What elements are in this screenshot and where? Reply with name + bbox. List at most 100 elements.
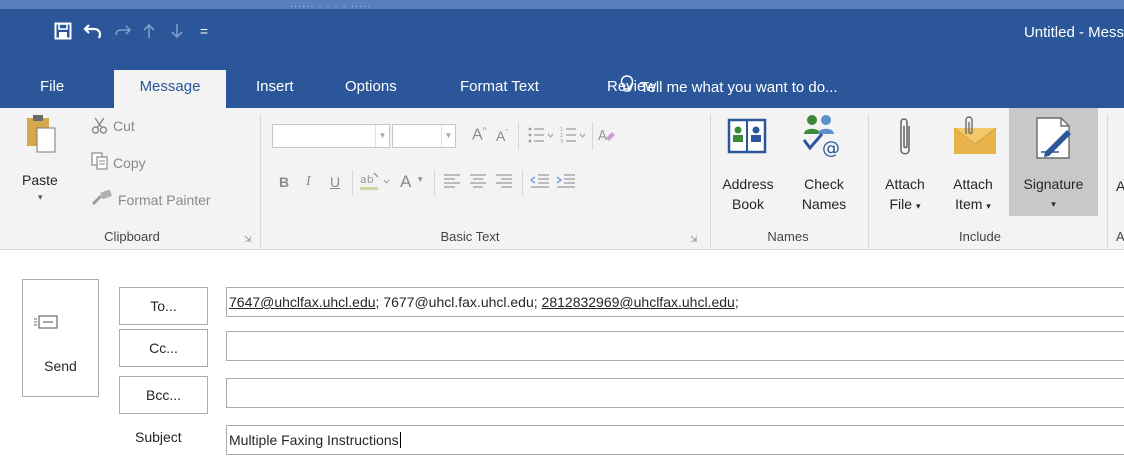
- bcc-button[interactable]: Bcc...: [119, 376, 208, 414]
- tab-options[interactable]: Options: [345, 75, 397, 108]
- ribbon: Paste ▾ Cut Copy Format Painter Clipboar…: [0, 108, 1124, 250]
- include-group-label: Include: [959, 229, 1001, 244]
- tell-me-box[interactable]: Tell me what you want to do...: [620, 74, 838, 101]
- shrink-font-icon[interactable]: Aˇ: [496, 128, 508, 144]
- increase-indent-icon[interactable]: [556, 174, 576, 191]
- send-label: Send: [44, 358, 77, 374]
- paperclip-icon[interactable]: [895, 116, 915, 163]
- chevron-down-icon[interactable]: ▾: [418, 174, 423, 185]
- clipboard-group-label: Clipboard: [104, 229, 160, 244]
- lightbulb-icon: [620, 74, 640, 101]
- recipient-separator: ;: [734, 294, 739, 310]
- tab-message[interactable]: Message: [114, 70, 226, 108]
- partial-group-label: A: [1116, 229, 1124, 244]
- svg-text:3: 3: [560, 139, 563, 144]
- send-envelope-icon: [33, 314, 59, 333]
- compose-area: Send To... 7647@uhclfax.uhcl.edu; 7677@u…: [0, 251, 1124, 468]
- toolbar-divider: [352, 170, 353, 196]
- bullets-icon[interactable]: [528, 126, 554, 147]
- tab-file[interactable]: File: [40, 75, 64, 108]
- paste-button[interactable]: Paste: [22, 172, 58, 188]
- toolbar-divider: [522, 170, 523, 196]
- font-size-combo[interactable]: ▼: [392, 124, 456, 148]
- address-book-label-2: Book: [732, 196, 764, 212]
- align-right-icon[interactable]: [495, 174, 513, 191]
- window-title: Untitled - Mess: [1023, 24, 1124, 41]
- attach-item-icon[interactable]: [950, 114, 1000, 161]
- title-strip: ...... . . . . .....: [0, 0, 1124, 10]
- subject-field[interactable]: Multiple Faxing Instructions: [226, 425, 1124, 455]
- to-recipient[interactable]: 7647@uhclfax.uhcl.edu: [229, 294, 376, 310]
- paste-dropdown-icon[interactable]: ▾: [38, 192, 43, 203]
- svg-text:@: @: [822, 138, 840, 158]
- signature-label: Signature ▾: [1009, 174, 1098, 214]
- up-arrow-icon[interactable]: [140, 18, 158, 44]
- tab-format-text[interactable]: Format Text: [460, 75, 539, 108]
- attach-file-label-2: File: [889, 196, 913, 212]
- format-painter-button[interactable]: Format Painter: [118, 192, 211, 208]
- send-button[interactable]: Send: [22, 279, 99, 397]
- address-book-icon[interactable]: [727, 116, 769, 159]
- tab-insert[interactable]: Insert: [256, 75, 294, 108]
- scissors-icon: [91, 117, 109, 138]
- attach-file-button[interactable]: Attach File ▾: [876, 174, 934, 216]
- clipboard-launcher-icon[interactable]: ⇲: [244, 234, 254, 244]
- toolbar-divider: [434, 170, 435, 196]
- chevron-down-icon: ▾: [986, 201, 991, 211]
- chevron-down-icon[interactable]: ▼: [375, 125, 389, 147]
- to-recipient[interactable]: 2812832969@uhclfax.uhcl.edu: [542, 294, 735, 310]
- customize-qat-button[interactable]: =: [196, 18, 212, 44]
- check-names-icon[interactable]: @: [798, 112, 846, 161]
- tell-me-text: Tell me what you want to do...: [640, 78, 838, 96]
- title-bar: ...... . . . . ..... = Untitled - Mess: [0, 0, 1124, 62]
- svg-text:ab: ab: [360, 173, 374, 186]
- chevron-down-icon[interactable]: ▼: [441, 125, 455, 147]
- save-icon[interactable]: [52, 18, 74, 44]
- recipient-separator: ;: [533, 294, 542, 310]
- underline-button[interactable]: U: [330, 174, 340, 190]
- paste-icon[interactable]: [25, 114, 57, 157]
- check-names-button[interactable]: Check Names: [792, 174, 856, 214]
- basic-text-group-label: Basic Text: [440, 229, 500, 244]
- address-book-button[interactable]: Address Book: [716, 174, 780, 214]
- to-field[interactable]: 7647@uhclfax.uhcl.edu; 7677@uhcl.fax.uhc…: [226, 287, 1124, 317]
- down-arrow-icon[interactable]: [168, 18, 186, 44]
- numbering-icon[interactable]: 123: [560, 126, 586, 147]
- group-divider: [1107, 114, 1108, 248]
- italic-button[interactable]: I: [306, 174, 311, 190]
- highlight-icon[interactable]: ab: [360, 170, 394, 195]
- attach-file-label-1: Attach: [885, 176, 925, 192]
- align-left-icon[interactable]: [443, 174, 461, 191]
- check-names-label-1: Check: [804, 176, 844, 192]
- group-divider: [868, 114, 869, 248]
- bcc-field[interactable]: [226, 378, 1124, 408]
- grow-font-icon[interactable]: A^: [472, 126, 486, 144]
- font-color-button[interactable]: A: [400, 172, 411, 192]
- font-family-combo[interactable]: ▼: [272, 124, 390, 148]
- redo-icon[interactable]: [112, 18, 134, 44]
- to-button[interactable]: To...: [119, 287, 208, 325]
- undo-icon[interactable]: [82, 18, 104, 44]
- bold-button[interactable]: B: [279, 174, 289, 190]
- toolbar-divider: [592, 122, 593, 150]
- copy-button[interactable]: Copy: [113, 155, 146, 171]
- clear-formatting-icon[interactable]: A: [596, 126, 616, 147]
- cc-field[interactable]: [226, 331, 1124, 361]
- ribbon-tabs: File Message Insert Options Format Text …: [0, 62, 1124, 108]
- attach-item-label-1: Attach: [953, 176, 993, 192]
- format-painter-icon: [91, 189, 113, 209]
- to-recipient[interactable]: 7677@uhcl.fax.uhcl.edu: [383, 294, 533, 310]
- basic-text-launcher-icon[interactable]: ⇲: [690, 234, 700, 244]
- signature-button[interactable]: Signature ▾: [1009, 108, 1098, 216]
- group-divider: [260, 114, 261, 248]
- subject-text: Multiple Faxing Instructions: [229, 432, 399, 448]
- decrease-indent-icon[interactable]: [529, 174, 550, 191]
- cc-button[interactable]: Cc...: [119, 329, 208, 367]
- align-center-icon[interactable]: [469, 174, 487, 191]
- copy-icon: [91, 152, 109, 173]
- cut-button[interactable]: Cut: [113, 118, 135, 134]
- svg-text:A: A: [598, 129, 607, 144]
- attach-item-label-2: Item: [955, 196, 983, 212]
- partial-ribbon-button[interactable]: A: [1116, 178, 1124, 194]
- attach-item-button[interactable]: Attach Item ▾: [940, 174, 1006, 216]
